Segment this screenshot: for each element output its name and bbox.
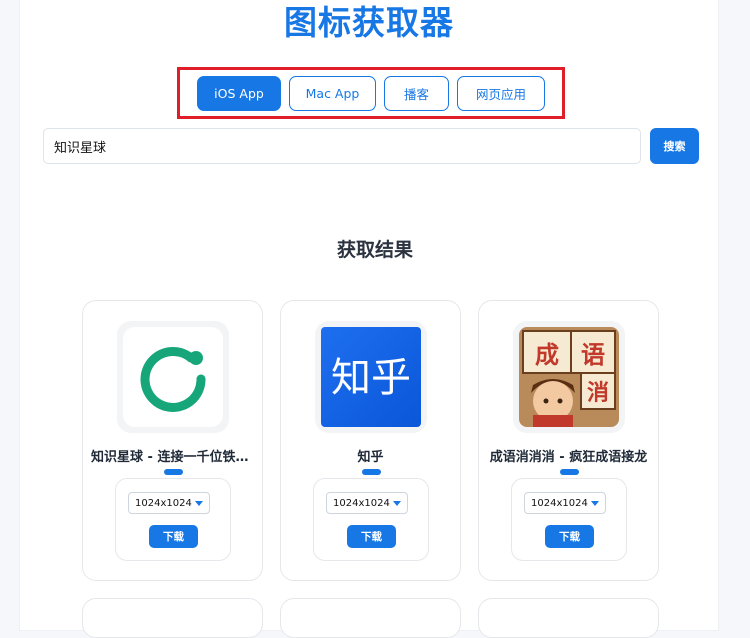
zhihu-icon: 知乎 (315, 321, 427, 433)
download-button[interactable]: 下载 (545, 525, 594, 548)
chengyu-char-3: 消 (587, 381, 609, 406)
size-select-value: 1024x1024 (531, 497, 588, 509)
tab-web-app[interactable]: 网页应用 (457, 76, 545, 111)
indicator-pill (362, 469, 381, 475)
chevron-down-icon (591, 501, 599, 506)
result-card-partial (478, 598, 659, 638)
zsxq-icon (117, 321, 229, 433)
indicator-pill (560, 469, 579, 475)
tab-ios-app[interactable]: iOS App (197, 76, 281, 111)
size-select[interactable]: 1024x1024 (128, 492, 210, 514)
chengyu-char-1: 成 (535, 341, 559, 369)
search-input[interactable]: 知识星球 (43, 128, 641, 164)
search-input-value: 知识星球 (54, 140, 107, 156)
chengyu-char-2: 语 (581, 341, 605, 369)
size-select-value: 1024x1024 (135, 497, 192, 509)
search-button[interactable]: 搜索 (650, 128, 699, 164)
download-button[interactable]: 下载 (149, 525, 198, 548)
app-name: 成语消消消 - 疯狂成语接龙 (489, 450, 648, 465)
result-card-partial (280, 598, 461, 638)
chengyu-icon: 成 语 消 (513, 321, 625, 433)
download-box: 1024x1024 下载 (313, 478, 429, 561)
zhihu-icon-text: 知乎 (331, 355, 411, 401)
result-card-partial (82, 598, 263, 638)
download-box: 1024x1024 下载 (511, 478, 627, 561)
app-name: 知乎 (357, 450, 384, 465)
download-button[interactable]: 下载 (347, 525, 396, 548)
result-card: 知识星球 - 连接一千位铁杆粉丝 1024x1024 下载 (82, 300, 263, 581)
result-card: 成 语 消 成语消消消 - 疯狂成语接龙 1024x1024 下载 (478, 300, 659, 581)
results-title: 获取结果 (336, 239, 413, 261)
download-box: 1024x1024 下载 (115, 478, 231, 561)
page-title: 图标获取器 (284, 3, 454, 42)
tab-podcast[interactable]: 播客 (384, 76, 449, 111)
chevron-down-icon (195, 501, 203, 506)
indicator-pill (164, 469, 183, 475)
size-select-value: 1024x1024 (333, 497, 390, 509)
result-card: 知乎 知乎 1024x1024 下载 (280, 300, 461, 581)
chevron-down-icon (393, 501, 401, 506)
app-name: 知识星球 - 连接一千位铁杆粉丝 (91, 450, 254, 465)
tab-mac-app[interactable]: Mac App (289, 76, 376, 111)
size-select[interactable]: 1024x1024 (326, 492, 408, 514)
size-select[interactable]: 1024x1024 (524, 492, 606, 514)
